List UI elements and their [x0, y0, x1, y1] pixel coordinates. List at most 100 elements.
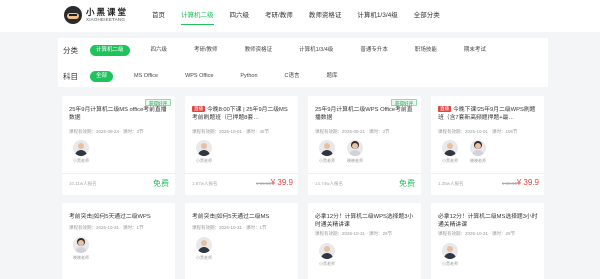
course-title: 考前突击|如何5天通过二级WPS	[69, 213, 169, 221]
nav-all-categories[interactable]: 全部分类	[414, 0, 440, 32]
price-free: 免费	[399, 179, 415, 188]
subject-filter-row: 科目 全部 MS Office WPS Office Python C语言 题库	[58, 66, 359, 86]
subject-chip[interactable]: C语言	[279, 71, 306, 82]
course-title: 25年9月计算机二级MS office考前直播数据	[69, 106, 169, 122]
course-card[interactable]: 考前突击|如何5天通过二级MS 课程有效期：2026-10-31 · 课时：1节…	[185, 203, 298, 279]
nav-teacher-cert[interactable]: 教师资格证	[309, 0, 342, 32]
teacher-list: 晓晓老师	[69, 237, 97, 261]
category-chip[interactable]: 计算机二级	[90, 44, 130, 56]
teacher: 晓晓老师	[69, 237, 93, 261]
teacher-name: 小黑老师	[73, 158, 89, 163]
enroll-count: 1.35w人报名	[438, 181, 464, 186]
course-meta: 课程有效期：2025-10-01 · 课时：106节	[438, 129, 518, 134]
sale-price: ¥ 39.9	[516, 178, 539, 187]
course-title-text: 必拿12分！计算机二级MS选择题3小时通关精讲课	[438, 214, 538, 228]
teacher: 小黑老师	[438, 243, 462, 267]
category-chip[interactable]: 计算机1/3/4级	[293, 45, 339, 56]
category-chip[interactable]: 普通专升本	[354, 45, 394, 56]
teacher-name: 小黑老师	[196, 255, 212, 260]
category-label: 分类	[63, 45, 78, 55]
top-header: 小黑课堂 XIAOHEIKETANG 首页 计算机二级 四六级 考研/教师 教师…	[0, 0, 600, 32]
subject-chip[interactable]: Python	[234, 71, 263, 82]
enroll-count: 14.74w人报名	[315, 181, 344, 186]
course-card[interactable]: 直播 今晚下课!25年9月二级WPS刷题班（含7套新高频题押题+最… 课程有效期：…	[431, 96, 544, 195]
teacher: 小黑老师	[69, 140, 93, 164]
category-chip[interactable]: 教师资格证	[239, 45, 279, 56]
teacher: 小黑老师	[192, 140, 216, 164]
course-meta: 课程有效期：2025-09-21 · 课时：3节	[315, 129, 390, 134]
card-footer: 14.74w人报名 免费	[308, 173, 421, 195]
brand-logo[interactable]: 小黑课堂 XIAOHEIKETANG	[64, 6, 128, 24]
teacher-name: 小黑老师	[442, 261, 458, 266]
avatar	[470, 140, 486, 156]
live-tag: 直播	[192, 106, 205, 112]
subject-chip[interactable]: MS Office	[128, 71, 164, 82]
category-filter-row: 分类 计算机二级 四六级 考研/教师 教师资格证 计算机1/3/4级 普通专升本…	[58, 40, 507, 60]
teacher-list: 小黑老师	[315, 243, 343, 267]
avatar	[319, 140, 335, 156]
avatar	[196, 140, 212, 156]
original-price: ¥ 69.90	[501, 181, 517, 186]
course-title: 必拿12分！计算机二级MS选择题3小时通关精讲课	[438, 213, 538, 229]
teacher-list: 小黑老师 晓晓老师	[315, 140, 371, 164]
course-title: 考前突击|如何5天通过二级MS	[192, 213, 292, 221]
course-meta: 课程有效期：2026-10-31 · 课时：1节	[192, 225, 267, 230]
course-title-text: 考前突击|如何5天通过二级MS	[192, 214, 270, 220]
category-chip[interactable]: 期末考试	[458, 45, 492, 56]
nav-cet[interactable]: 四六级	[230, 0, 250, 32]
subject-chip[interactable]: 题库	[321, 71, 344, 82]
teacher-list: 小黑老师 晓晓老师	[438, 140, 494, 164]
course-card[interactable]: 直播 今晚8:00下课 | 25年9月二级MS考前刷题班（已押题8套… 课程有效期…	[185, 96, 298, 195]
course-badge: 获得好评	[391, 99, 417, 106]
card-footer: 1.67w人报名 ¥ 69.90 ¥ 39.9	[185, 173, 298, 195]
nav-computer-level2[interactable]: 计算机二级	[181, 0, 214, 32]
avatar	[442, 243, 458, 259]
teacher-name: 小黑老师	[196, 158, 212, 163]
teacher: 小黑老师	[192, 237, 216, 261]
teacher: 晓晓老师	[343, 140, 367, 164]
teacher-name: 小黑老师	[319, 261, 335, 266]
course-card[interactable]: 必拿12分！计算机二级WPS选择题3小时通关精讲课 课程有效期：2026-10-…	[308, 203, 421, 279]
avatar	[73, 237, 89, 253]
category-chip[interactable]: 职场技能	[409, 45, 443, 56]
course-title-text: 25年9月计算机二级WPS Office考前直播数据	[315, 107, 413, 121]
course-card[interactable]: 获得好评 25年9月计算机二级MS office考前直播数据 课程有效期：202…	[62, 96, 175, 195]
course-card[interactable]: 必拿12分！计算机二级MS选择题3小时通关精讲课 课程有效期：2026-10-3…	[431, 203, 544, 279]
teacher-list: 小黑老师	[192, 140, 220, 164]
course-title-text: 必拿12分！计算机二级WPS选择题3小时通关精讲课	[315, 214, 414, 228]
enroll-count: 10.11w人报名	[69, 181, 97, 186]
course-title-text: 25年9月计算机二级MS office考前直播数据	[69, 107, 167, 121]
teacher: 小黑老师	[315, 243, 339, 267]
filter-panel: 分类 计算机二级 四六级 考研/教师 教师资格证 计算机1/3/4级 普通专升本…	[58, 38, 548, 87]
avatar	[73, 140, 89, 156]
category-chip[interactable]: 考研/教师	[188, 45, 224, 56]
subject-chip[interactable]: WPS Office	[179, 71, 219, 82]
brand-name-en: XIAOHEIKETANG	[86, 16, 126, 22]
teacher-list: 小黑老师	[192, 237, 220, 261]
nav-computer-134[interactable]: 计算机1/3/4级	[357, 0, 397, 32]
teacher: 晓晓老师	[466, 140, 490, 164]
teacher-name: 小黑老师	[319, 158, 335, 163]
course-meta: 课程有效期：2026-10-31 · 课时：1节	[69, 225, 144, 230]
price-free: 免费	[153, 179, 169, 188]
nav-postgrad-teacher[interactable]: 考研/教师	[265, 0, 293, 32]
course-meta: 课程有效期：2026-10-31 · 课时：29节	[315, 231, 393, 236]
enroll-count: 1.67w人报名	[192, 181, 218, 186]
teacher: 小黑老师	[315, 140, 339, 164]
course-card[interactable]: 获得好评 25年9月计算机二级WPS Office考前直播数据 课程有效期：20…	[308, 96, 421, 195]
category-chip[interactable]: 四六级	[145, 45, 174, 56]
teacher-name: 晓晓老师	[347, 158, 363, 163]
original-price: ¥ 69.90	[255, 181, 271, 186]
course-title: 25年9月计算机二级WPS Office考前直播数据	[315, 106, 415, 122]
nav-home[interactable]: 首页	[152, 0, 165, 32]
teacher-name: 晓晓老师	[470, 158, 486, 163]
avatar	[442, 140, 458, 156]
subject-chip[interactable]: 全部	[90, 70, 114, 82]
course-meta: 课程有效期：2026-10-31 · 课时：29节	[438, 231, 516, 236]
course-card[interactable]: 考前突击|如何5天通过二级WPS 课程有效期：2026-10-31 · 课时：1…	[62, 203, 175, 279]
teacher: 小黑老师	[438, 140, 462, 164]
sale-price: ¥ 39.9	[270, 178, 293, 187]
avatar	[347, 140, 363, 156]
course-title: 必拿12分！计算机二级WPS选择题3小时通关精讲课	[315, 213, 415, 229]
course-title-text: 考前突击|如何5天通过二级WPS	[69, 214, 151, 220]
